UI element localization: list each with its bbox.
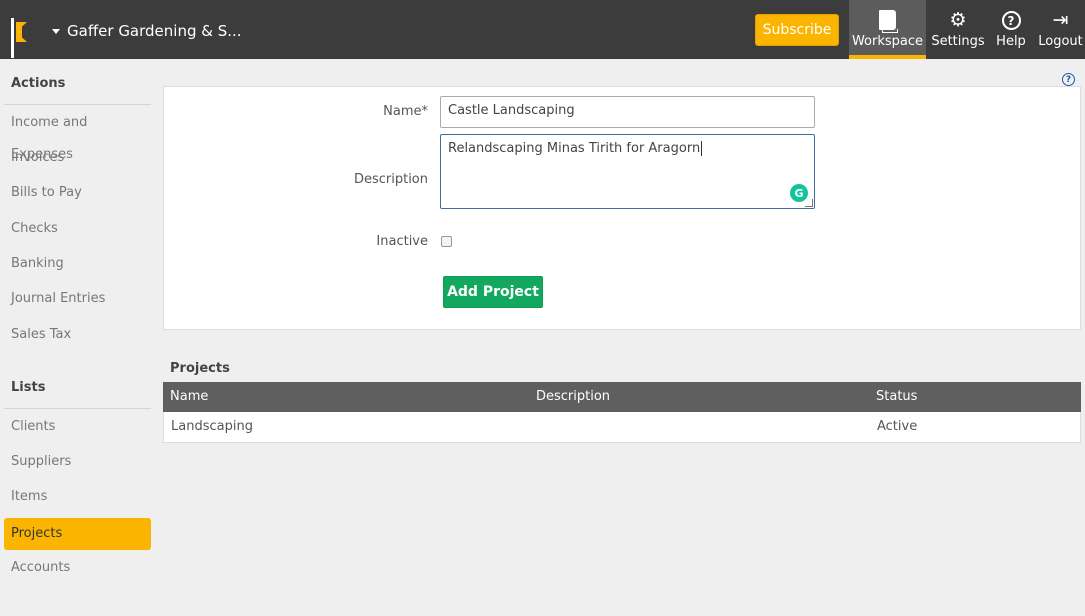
nav-help[interactable]: ? Help — [993, 0, 1029, 59]
sidebar-item-items[interactable]: Items — [4, 481, 151, 513]
column-header-description[interactable]: Description — [536, 382, 610, 412]
add-project-form: Name* Castle Landscaping Description Rel… — [163, 86, 1081, 330]
column-header-status[interactable]: Status — [876, 382, 917, 412]
subscribe-button[interactable]: Subscribe — [755, 14, 839, 46]
logo-flag-notch — [16, 22, 27, 42]
description-label: Description — [353, 172, 428, 187]
help-circle-icon: ? — [1001, 11, 1021, 30]
sidebar-item-bills-to-pay[interactable]: Bills to Pay — [4, 177, 151, 209]
row-name[interactable]: Landscaping — [171, 412, 253, 442]
gear-icon: ⚙ — [949, 9, 967, 31]
company-name: Gaffer Gardening & S... — [67, 22, 242, 40]
divider — [4, 408, 151, 409]
row-status: Active — [877, 419, 918, 434]
inactive-label: Inactive — [376, 234, 428, 249]
sidebar-item-invoices[interactable]: Invoices — [4, 142, 151, 174]
projects-title: Projects — [170, 361, 230, 376]
sidebar-item-journal-entries[interactable]: Journal Entries — [4, 283, 151, 315]
nav-logout-label: Logout — [1038, 34, 1083, 49]
page-help-icon[interactable]: ? — [1062, 73, 1075, 86]
projects-table: Name Description Status Landscaping Acti… — [163, 382, 1081, 443]
lists-heading: Lists — [11, 380, 46, 395]
resize-handle-icon[interactable] — [805, 199, 813, 207]
sidebar-item-projects[interactable]: Projects — [4, 518, 151, 550]
description-text: Relandscaping Minas Tirith for Aragorn — [448, 141, 701, 156]
sidebar-item-suppliers[interactable]: Suppliers — [4, 446, 151, 478]
nav-workspace[interactable]: Workspace — [849, 0, 926, 59]
divider — [4, 104, 151, 105]
logo-pole — [11, 18, 14, 58]
nav-settings-label: Settings — [931, 34, 985, 49]
column-header-name[interactable]: Name — [170, 382, 208, 412]
sidebar: Actions Income and Expenses Invoices Bil… — [0, 59, 155, 616]
table-header: Name Description Status — [163, 382, 1081, 412]
nav-logout[interactable]: ⇥ Logout — [1036, 0, 1085, 59]
actions-heading: Actions — [11, 76, 66, 91]
sidebar-item-checks[interactable]: Checks — [4, 213, 151, 245]
nav-help-label: Help — [996, 34, 1026, 49]
sidebar-item-sales-tax[interactable]: Sales Tax — [4, 319, 151, 351]
sidebar-item-accounts[interactable]: Accounts — [4, 552, 151, 584]
logout-icon: ⇥ — [1052, 9, 1069, 31]
name-label: Name* — [383, 104, 428, 119]
sidebar-item-income-expenses[interactable]: Income and Expenses — [4, 107, 151, 162]
sidebar-item-clients[interactable]: Clients — [4, 411, 151, 443]
name-input[interactable]: Castle Landscaping — [440, 96, 815, 128]
top-bar: Gaffer Gardening & S... Subscribe Worksp… — [0, 0, 1085, 59]
company-switcher[interactable]: Gaffer Gardening & S... — [52, 20, 242, 42]
inactive-checkbox[interactable] — [441, 236, 452, 247]
app-logo[interactable] — [11, 18, 37, 58]
table-row[interactable]: Landscaping Active — [163, 412, 1081, 443]
nav-workspace-label: Workspace — [851, 34, 924, 49]
nav-settings[interactable]: ⚙ Settings — [931, 0, 985, 59]
sidebar-item-banking[interactable]: Banking — [4, 248, 151, 280]
add-project-button[interactable]: Add Project — [443, 276, 543, 308]
description-textarea[interactable]: Relandscaping Minas Tirith for Aragorn G — [440, 134, 815, 209]
workspace-book-icon — [879, 10, 898, 33]
caret-down-icon — [52, 28, 60, 34]
